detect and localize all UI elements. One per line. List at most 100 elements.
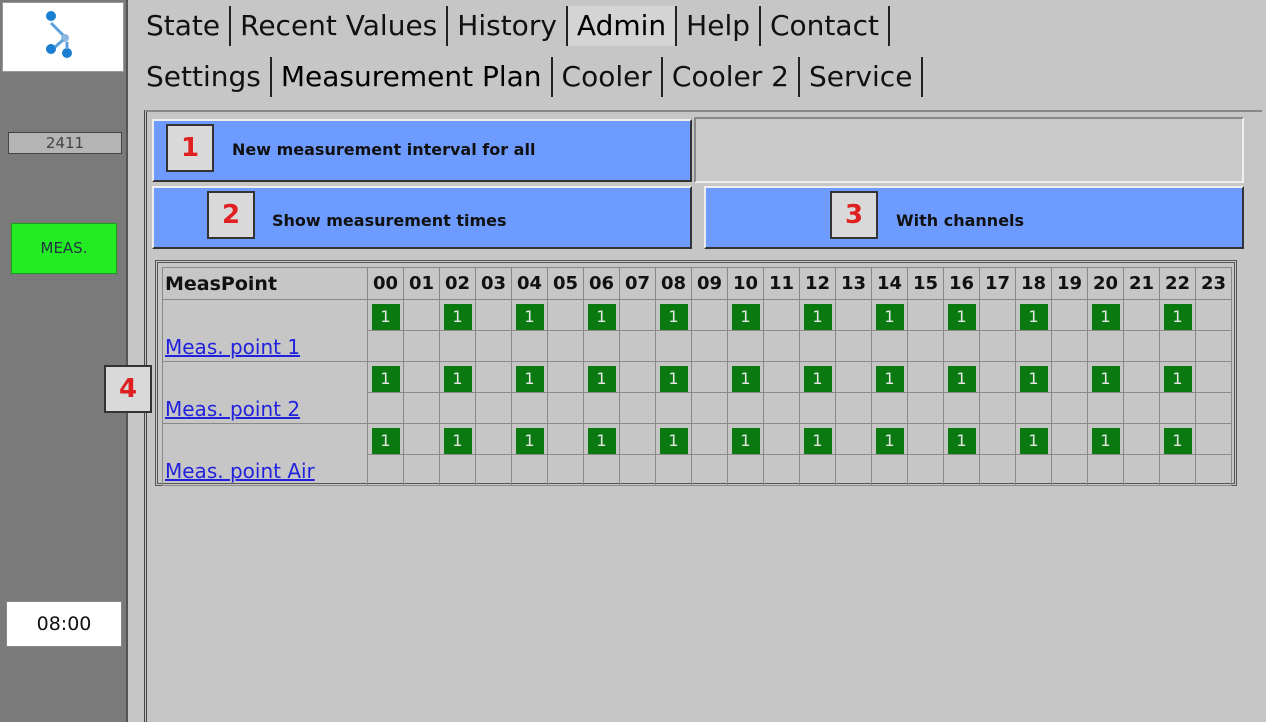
hour-cell[interactable] bbox=[691, 361, 728, 424]
hour-cell[interactable] bbox=[691, 423, 728, 486]
hour-cell[interactable]: 1 bbox=[439, 361, 476, 424]
hour-cell[interactable]: 1 bbox=[727, 299, 764, 362]
subtab-service[interactable]: Service bbox=[800, 57, 924, 97]
hour-cell[interactable]: 1 bbox=[655, 423, 692, 486]
hour-cell[interactable] bbox=[763, 423, 800, 486]
hour-cell[interactable] bbox=[1195, 299, 1232, 362]
hour-cell[interactable] bbox=[835, 299, 872, 362]
hour-header: 20 bbox=[1087, 267, 1124, 300]
hour-cell[interactable] bbox=[475, 299, 512, 362]
hour-cell[interactable] bbox=[619, 299, 656, 362]
hour-cell[interactable]: 1 bbox=[1159, 299, 1196, 362]
hour-cell[interactable] bbox=[1123, 299, 1160, 362]
hour-cell[interactable] bbox=[1051, 361, 1088, 424]
hour-cell[interactable]: 1 bbox=[439, 299, 476, 362]
hour-cell[interactable]: 1 bbox=[511, 423, 548, 486]
hour-cell[interactable]: 1 bbox=[1087, 423, 1124, 486]
hour-cell[interactable] bbox=[619, 423, 656, 486]
hour-cell[interactable] bbox=[475, 423, 512, 486]
hour-cell[interactable]: 1 bbox=[1015, 299, 1052, 362]
hour-cell[interactable] bbox=[1195, 361, 1232, 424]
meas-point-cell: Meas. point 2 bbox=[162, 361, 368, 424]
hour-cell[interactable] bbox=[979, 299, 1016, 362]
hour-cell[interactable]: 1 bbox=[943, 299, 980, 362]
hour-cell[interactable]: 1 bbox=[655, 361, 692, 424]
channel-badge: 1 bbox=[1019, 366, 1048, 392]
hour-cell[interactable]: 1 bbox=[655, 299, 692, 362]
hour-cell[interactable]: 1 bbox=[1015, 423, 1052, 486]
subtab-cooler[interactable]: Cooler bbox=[553, 57, 663, 97]
hour-cell[interactable] bbox=[403, 299, 440, 362]
hour-cell[interactable]: 1 bbox=[583, 299, 620, 362]
hour-cell[interactable]: 1 bbox=[1015, 361, 1052, 424]
hour-cell[interactable]: 1 bbox=[799, 423, 836, 486]
hour-cell[interactable] bbox=[835, 423, 872, 486]
hour-cell[interactable]: 1 bbox=[1159, 423, 1196, 486]
hour-cell[interactable] bbox=[547, 423, 584, 486]
hour-cell[interactable] bbox=[1123, 423, 1160, 486]
hour-header: 06 bbox=[583, 267, 620, 300]
hour-cell[interactable]: 1 bbox=[439, 423, 476, 486]
tab-recent-values[interactable]: Recent Values bbox=[231, 6, 449, 46]
channel-badge: 1 bbox=[371, 428, 400, 454]
channel-badge: 1 bbox=[659, 304, 688, 330]
hour-cell[interactable] bbox=[763, 361, 800, 424]
tab-help[interactable]: Help bbox=[677, 6, 761, 46]
channel-badge: 1 bbox=[515, 366, 544, 392]
hour-cell[interactable] bbox=[475, 361, 512, 424]
tab-state[interactable]: State bbox=[137, 6, 232, 46]
hour-cell[interactable]: 1 bbox=[799, 361, 836, 424]
hour-cell[interactable] bbox=[979, 423, 1016, 486]
channel-badge: 1 bbox=[1019, 428, 1048, 454]
hour-cell[interactable]: 1 bbox=[727, 423, 764, 486]
hour-cell[interactable]: 1 bbox=[511, 299, 548, 362]
hour-cell[interactable]: 1 bbox=[1159, 361, 1196, 424]
hour-cell[interactable] bbox=[547, 299, 584, 362]
hour-cell[interactable] bbox=[907, 299, 944, 362]
hour-cell[interactable]: 1 bbox=[799, 299, 836, 362]
with-channels-button[interactable]: With channels bbox=[704, 186, 1244, 249]
subtab-cooler-2[interactable]: Cooler 2 bbox=[663, 57, 800, 97]
hour-cell[interactable] bbox=[835, 361, 872, 424]
channel-badge: 1 bbox=[659, 428, 688, 454]
hour-cell[interactable]: 1 bbox=[367, 299, 404, 362]
hour-cell[interactable] bbox=[979, 361, 1016, 424]
hour-cell[interactable] bbox=[547, 361, 584, 424]
hour-cell[interactable]: 1 bbox=[943, 361, 980, 424]
hour-cell[interactable]: 1 bbox=[583, 423, 620, 486]
hour-cell[interactable]: 1 bbox=[367, 361, 404, 424]
hour-cell[interactable]: 1 bbox=[1087, 361, 1124, 424]
hour-cell[interactable] bbox=[763, 299, 800, 362]
hour-cell[interactable]: 1 bbox=[871, 299, 908, 362]
meas-point-link[interactable]: Meas. point 2 bbox=[165, 397, 300, 421]
hour-cell[interactable] bbox=[907, 361, 944, 424]
hour-cell[interactable] bbox=[691, 299, 728, 362]
hour-cell[interactable]: 1 bbox=[1087, 299, 1124, 362]
tab-history[interactable]: History bbox=[448, 6, 568, 46]
meas-point-link[interactable]: Meas. point Air bbox=[165, 459, 315, 483]
hour-header: 09 bbox=[691, 267, 728, 300]
hour-cell[interactable] bbox=[1123, 361, 1160, 424]
hour-cell[interactable] bbox=[907, 423, 944, 486]
hour-cell[interactable]: 1 bbox=[727, 361, 764, 424]
hour-cell[interactable]: 1 bbox=[871, 423, 908, 486]
hour-cell[interactable] bbox=[1051, 299, 1088, 362]
meas-point-link[interactable]: Meas. point 1 bbox=[165, 335, 300, 359]
hour-cell[interactable]: 1 bbox=[583, 361, 620, 424]
hour-header: 12 bbox=[799, 267, 836, 300]
hour-cell[interactable] bbox=[1195, 423, 1232, 486]
subtab-settings[interactable]: Settings bbox=[137, 57, 272, 97]
hour-cell[interactable] bbox=[403, 361, 440, 424]
hour-cell[interactable]: 1 bbox=[943, 423, 980, 486]
hour-cell[interactable] bbox=[619, 361, 656, 424]
subtab-measurement-plan[interactable]: Measurement Plan bbox=[272, 57, 553, 97]
tab-contact[interactable]: Contact bbox=[761, 6, 890, 46]
hour-cell[interactable]: 1 bbox=[511, 361, 548, 424]
tab-admin[interactable]: Admin bbox=[567, 6, 678, 46]
hour-cell[interactable] bbox=[1051, 423, 1088, 486]
hour-cell[interactable] bbox=[403, 423, 440, 486]
new-interval-button[interactable]: New measurement interval for all bbox=[152, 119, 692, 182]
hour-cell[interactable]: 1 bbox=[367, 423, 404, 486]
hour-cell[interactable]: 1 bbox=[871, 361, 908, 424]
channel-badge: 1 bbox=[371, 366, 400, 392]
